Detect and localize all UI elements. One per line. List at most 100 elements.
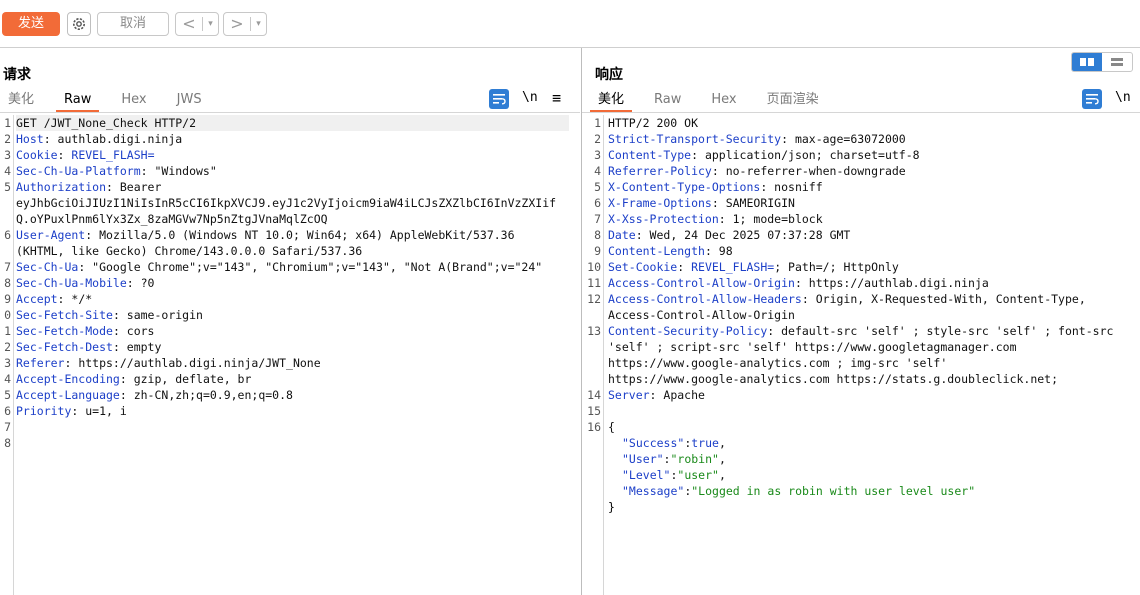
line-number: 6	[4, 404, 11, 418]
header-value: : empty	[112, 340, 162, 354]
header-name: Sec-Ch-Ua	[16, 260, 79, 274]
header-name: Sec-Ch-Ua-Mobile	[16, 276, 127, 290]
tab-Hex[interactable]: Hex	[703, 88, 744, 112]
code-line: (KHTML, like Gecko) Chrome/143.0.0.0 Saf…	[16, 243, 362, 259]
forward-button[interactable]: > ▾	[223, 12, 267, 36]
pane-divider[interactable]	[581, 48, 582, 595]
newline-toggle[interactable]: \n	[522, 90, 538, 105]
code-line: Sec-Fetch-Dest: empty	[16, 339, 161, 355]
line-number: 4	[4, 164, 11, 178]
header-name: Referrer-Policy	[608, 164, 712, 178]
line-number: 1	[4, 324, 11, 338]
line-number: 2	[4, 340, 11, 354]
json-value: true	[691, 436, 719, 450]
word-wrap-button[interactable]	[1082, 89, 1102, 109]
header-name: Priority	[16, 404, 72, 418]
header-value: : Apache	[649, 388, 705, 402]
code-line: Strict-Transport-Security: max-age=63072…	[608, 131, 906, 147]
code-line: Sec-Ch-Ua: "Google Chrome";v="143", "Chr…	[16, 259, 542, 275]
header-value: 'self' ; script-src 'self' https://www.g…	[608, 340, 1017, 354]
json-value: "Logged in as robin with user level user…	[691, 484, 976, 498]
code-line: Content-Length: 98	[608, 243, 733, 259]
word-wrap-button[interactable]	[489, 89, 509, 109]
header-value: eyJhbGciOiJIUzI1NiIsInR5cCI6IkpXVCJ9.eyJ…	[16, 196, 557, 210]
json-key: "Level"	[622, 468, 671, 482]
line-number: 9	[4, 292, 11, 306]
code-line: User-Agent: Mozilla/5.0 (Windows NT 10.0…	[16, 227, 515, 243]
tab-JWS[interactable]: JWS	[169, 88, 210, 112]
header-name: Strict-Transport-Security	[608, 132, 782, 146]
request-tabs: 美化 Raw Hex JWS	[0, 88, 224, 112]
response-line-gutter: 1 2 3 4 5 6 7 8 9 10 11 12 13 14 15 16	[583, 115, 604, 595]
header-name: Sec-Ch-Ua-Platform	[16, 164, 141, 178]
line-number: 9	[594, 244, 601, 258]
tab-Raw[interactable]: Raw	[56, 88, 100, 112]
header-value: : nosniff	[760, 180, 823, 194]
header-name: Accept	[16, 292, 58, 306]
stacked-view-button[interactable]	[1102, 53, 1132, 71]
code-line: Content-Type: application/json; charset=…	[608, 147, 920, 163]
header-value: GET /JWT_None_Check HTTP/2	[16, 116, 197, 130]
json-comma: ,	[718, 468, 726, 482]
header-value: (KHTML, like Gecko) Chrome/143.0.0.0 Saf…	[16, 244, 363, 258]
line-number: 2	[4, 132, 11, 146]
cancel-button[interactable]: 取消	[97, 12, 169, 36]
code-line: Sec-Fetch-Mode: cors	[16, 323, 154, 339]
tab-美化[interactable]: 美化	[590, 88, 633, 112]
split-view-button[interactable]	[1072, 53, 1102, 71]
header-value: https://www.google-analytics.com ; img-s…	[608, 356, 948, 370]
header-value: : gzip, deflate, br	[119, 372, 252, 386]
response-tabs: 美化 Raw Hex 页面渲染	[590, 88, 841, 112]
code-line: eyJhbGciOiJIUzI1NiIsInR5cCI6IkpXVCJ9.eyJ…	[16, 195, 556, 211]
json-key: "User"	[622, 452, 664, 466]
header-value: {	[608, 420, 615, 434]
send-button[interactable]: 发送	[2, 12, 60, 36]
line-number: 5	[4, 180, 11, 194]
line-number: 7	[4, 260, 11, 274]
chevron-down-icon[interactable]: ▾	[251, 13, 266, 35]
back-button[interactable]: < ▾	[175, 12, 219, 36]
json-comma: ,	[718, 436, 726, 450]
tab-美化[interactable]: 美化	[0, 88, 42, 112]
line-number: 8	[4, 436, 11, 450]
header-name: Date	[608, 228, 636, 242]
line-number: 0	[4, 308, 11, 322]
header-value: : 98	[704, 244, 733, 258]
tab-页面渲染[interactable]: 页面渲染	[759, 88, 827, 112]
line-number: 8	[594, 228, 601, 242]
line-number: 8	[4, 276, 11, 290]
code-line: Q.oYPuxlPnm6lYx3Zx_8zaMGVw7Np5nZtgJVnaMq…	[16, 211, 328, 227]
code-line: Authorization: Bearer	[16, 179, 161, 195]
header-name: Content-Length	[608, 244, 705, 258]
header-name: Server	[608, 388, 650, 402]
tab-Raw[interactable]: Raw	[646, 88, 689, 112]
code-line: Accept-Language: zh-CN,zh;q=0.9,en;q=0.8	[16, 387, 293, 403]
newline-toggle[interactable]: \n	[1115, 90, 1131, 105]
header-name: Sec-Fetch-Site	[16, 308, 113, 322]
header-name: Cookie	[16, 148, 58, 162]
layout-toggle[interactable]	[1071, 52, 1133, 72]
line-number: 4	[4, 372, 11, 386]
menu-icon[interactable]: ≡	[552, 89, 561, 107]
header-value: : Mozilla/5.0 (Windows NT 10.0; Win64; x…	[85, 228, 515, 242]
tab-Hex[interactable]: Hex	[113, 88, 154, 112]
line-number: 3	[4, 148, 11, 162]
header-value: : Origin, X-Requested-With, Content-Type…	[801, 292, 1086, 306]
line-number: 11	[587, 276, 601, 290]
header-name: Sec-Fetch-Mode	[16, 324, 113, 338]
code-line: X-Content-Type-Options: nosniff	[608, 179, 823, 195]
header-value: : ?0	[126, 276, 155, 290]
header-name: Accept-Encoding	[16, 372, 120, 386]
header-value: : Bearer	[106, 180, 162, 194]
header-name: Access-Control-Allow-Headers	[608, 292, 802, 306]
code-line: Referer: https://authlab.digi.ninja/JWT_…	[16, 355, 321, 371]
header-value: : "Windows"	[140, 164, 217, 178]
header-value: Q.oYPuxlPnm6lYx3Zx_8zaMGVw7Np5nZtgJVnaMq…	[16, 212, 328, 226]
code-line: Sec-Ch-Ua-Platform: "Windows"	[16, 163, 217, 179]
line-number: 3	[4, 356, 11, 370]
settings-button[interactable]	[67, 12, 91, 36]
chevron-down-icon[interactable]: ▾	[203, 13, 218, 35]
json-line: "Level":"user",	[608, 467, 726, 483]
header-name: Access-Control-Allow-Origin	[608, 276, 795, 290]
line-number: 6	[4, 228, 11, 242]
